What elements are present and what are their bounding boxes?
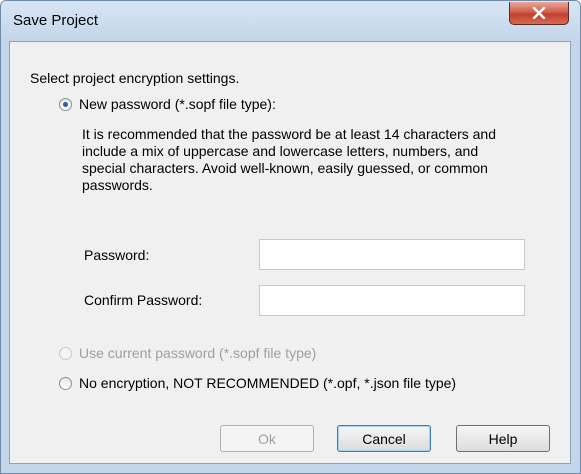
recommendation-line: It is recommended that the password be a… — [82, 126, 497, 142]
window-title: Save Project — [13, 12, 99, 29]
current-password-radio[interactable] — [59, 347, 72, 360]
no-encryption-label[interactable]: No encryption, NOT RECOMMENDED (*.opf, *… — [79, 375, 456, 391]
confirm-password-label: Confirm Password: — [84, 292, 203, 308]
password-input[interactable] — [259, 239, 525, 270]
new-password-radio[interactable] — [59, 98, 72, 111]
recommendation-text: It is recommended that the password be a… — [82, 126, 562, 194]
ok-button[interactable]: Ok — [220, 425, 314, 452]
confirm-password-input[interactable] — [259, 285, 525, 316]
recommendation-line: passwords. — [82, 177, 153, 193]
close-button[interactable] — [509, 2, 569, 25]
current-password-label[interactable]: Use current password (*.sopf file type) — [79, 345, 316, 361]
save-project-window: Save Project Select project encryption s… — [0, 0, 581, 474]
recommendation-line: include a mix of uppercase and lowercase… — [82, 143, 479, 159]
title-bar[interactable]: Save Project — [1, 1, 580, 41]
new-password-label[interactable]: New password (*.sopf file type): — [79, 96, 276, 112]
dialog-body: Select project encryption settings. New … — [9, 41, 571, 464]
help-button[interactable]: Help — [456, 425, 550, 452]
intro-text: Select project encryption settings. — [30, 70, 240, 86]
cancel-button[interactable]: Cancel — [337, 425, 431, 452]
close-icon — [532, 7, 546, 19]
password-label: Password: — [84, 247, 150, 263]
no-encryption-radio[interactable] — [59, 377, 72, 390]
recommendation-line: special characters. Avoid well-known, ea… — [82, 160, 488, 176]
